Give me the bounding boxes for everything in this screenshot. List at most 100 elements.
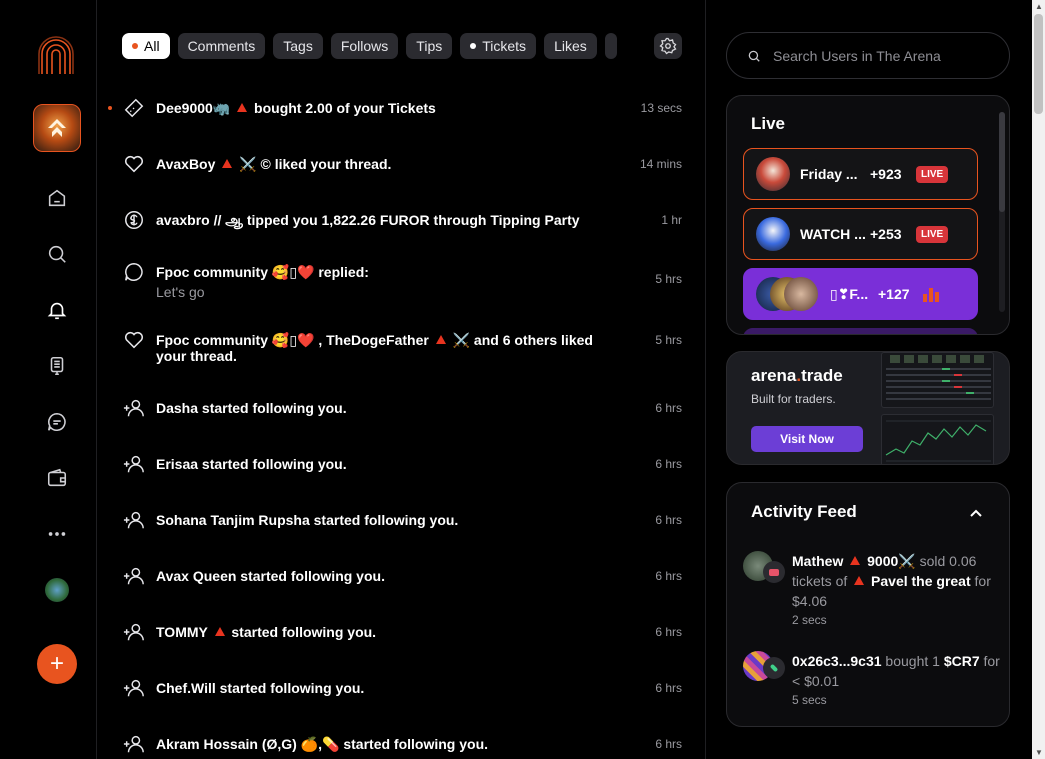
notification-item[interactable]: TOMMY started following you. 6 hrs — [98, 616, 705, 646]
notification-item[interactable]: avaxbro // ஆ tipped you 1,822.26 FUROR t… — [98, 204, 705, 234]
notification-message: AvaxBoy ⚔️ © liked your thread. — [156, 156, 392, 172]
activity-item[interactable]: 0x26c3...9c31 bought 1 $CR7 for < $0.01 … — [743, 651, 1000, 711]
reply-icon — [122, 260, 146, 284]
ticket-icon — [122, 96, 146, 120]
bell-icon[interactable] — [45, 298, 69, 322]
more-icon[interactable] — [45, 522, 69, 546]
document-icon[interactable] — [45, 354, 69, 378]
user-plus-icon — [122, 564, 146, 588]
user-search-field[interactable]: Search Users in The Arena — [726, 32, 1010, 79]
activity-target[interactable]: Pavel the great — [851, 573, 971, 589]
notification-item[interactable]: Dee9000🦏 bought 2.00 of your Tickets 13 s… — [98, 92, 705, 122]
live-badge: LIVE — [916, 165, 949, 183]
notification-message: TOMMY started following you. — [156, 624, 377, 640]
activity-time: 2 secs — [792, 613, 827, 627]
chip-label: All — [144, 38, 160, 54]
notification-message: Dasha started following you. — [156, 400, 347, 416]
notifications-panel: All Comments Tags Follows Tips Tickets L… — [98, 0, 706, 759]
live-room-item[interactable] — [743, 328, 978, 334]
filter-chip-tags[interactable]: Tags — [273, 33, 323, 59]
heart-icon — [122, 328, 146, 352]
notification-item[interactable]: AvaxBoy ⚔️ © liked your thread. 14 mins — [98, 148, 705, 178]
notification-time: 13 secs — [640, 101, 682, 115]
filter-chip-likes[interactable]: Likes — [544, 33, 597, 59]
chip-label: Tips — [416, 38, 443, 54]
activity-text: 0x26c3...9c31 bought 1 $CR7 for < $0.01 — [792, 651, 1002, 691]
user-avatar[interactable] — [45, 578, 69, 602]
activity-user[interactable]: Mathew 9000⚔️ — [792, 553, 916, 569]
notification-time: 6 hrs — [655, 513, 682, 527]
notification-item[interactable]: Avax Queen started following you. 6 hrs — [98, 560, 705, 590]
notification-message: Erisaa started following you. — [156, 456, 347, 472]
create-post-button[interactable]: + — [37, 644, 77, 684]
scroll-up-arrow-icon[interactable]: ▲ — [1035, 2, 1043, 11]
arena-trade-card: arena.trade Built for traders. Visit Now — [726, 351, 1010, 465]
visit-now-button[interactable]: Visit Now — [751, 426, 863, 452]
notification-message: avaxbro // ஆ tipped you 1,822.26 FUROR t… — [156, 212, 580, 228]
notification-text: avaxbro // ஆ tipped you 1,822.26 FUROR t… — [156, 212, 606, 228]
arena-logo-icon[interactable] — [38, 36, 74, 76]
scrollbar-thumb[interactable] — [1034, 14, 1043, 114]
notification-item[interactable]: Fpoc community 🥰▯❤️ , TheDogeFather ⚔️ a… — [98, 324, 705, 364]
filter-chip-all[interactable]: All — [122, 33, 170, 59]
notification-time: 6 hrs — [655, 457, 682, 471]
notification-item[interactable]: Chef.Will started following you. 6 hrs — [98, 672, 705, 702]
filter-chip-tickets[interactable]: Tickets — [460, 33, 537, 59]
unread-dot-icon — [108, 106, 112, 110]
live-room-item[interactable]: WATCH ... +253 LIVE — [743, 208, 978, 260]
notification-text: Avax Queen started following you. — [156, 568, 606, 584]
notification-item[interactable]: Akram Hossain (Ø,G) 🍊,💊 started followin… — [98, 728, 705, 758]
trade-brand: arena.trade — [751, 366, 843, 386]
search-icon[interactable] — [45, 242, 69, 266]
right-panel: Search Users in The Arena Live Friday ..… — [707, 0, 1032, 759]
page-scrollbar[interactable]: ▲ ▼ — [1032, 0, 1045, 759]
chat-icon[interactable] — [45, 410, 69, 434]
live-room-count: +253 — [870, 226, 902, 242]
notification-text: Erisaa started following you. — [156, 456, 606, 472]
search-icon — [748, 50, 760, 62]
user-plus-icon — [122, 396, 146, 420]
notification-item[interactable]: Dasha started following you. 6 hrs — [98, 392, 705, 422]
filter-chip-overflow[interactable] — [604, 33, 617, 59]
activity-text: Mathew 9000⚔️ sold 0.06 tickets of Pavel… — [792, 551, 1002, 611]
activity-item[interactable]: Mathew 9000⚔️ sold 0.06 tickets of Pavel… — [743, 551, 998, 631]
notification-message: Avax Queen started following you. — [156, 568, 385, 584]
user-plus-icon — [122, 620, 146, 644]
activity-feed-card: Activity Feed Mathew 9000⚔️ sold 0.06 ti… — [726, 482, 1010, 727]
user-plus-icon — [122, 732, 146, 756]
notification-time: 6 hrs — [655, 401, 682, 415]
left-sidebar: + — [0, 0, 97, 759]
host-avatar — [756, 217, 790, 251]
wallet-icon[interactable] — [45, 466, 69, 490]
activity-target[interactable]: $CR7 — [944, 653, 980, 669]
chevron-up-icon[interactable] — [969, 505, 983, 523]
filter-chip-follows[interactable]: Follows — [330, 33, 399, 59]
activity-user[interactable]: 0x26c3...9c31 — [792, 653, 882, 669]
filter-chip-tips[interactable]: Tips — [406, 33, 453, 59]
home-icon[interactable] — [45, 186, 69, 210]
notification-text: Chef.Will started following you. — [156, 680, 606, 696]
profile-avatar[interactable] — [33, 104, 81, 152]
user-plus-icon — [122, 508, 146, 532]
notification-text: TOMMY started following you. — [156, 624, 606, 640]
live-scroll-thumb[interactable] — [999, 112, 1005, 212]
notification-time: 6 hrs — [655, 625, 682, 639]
trade-subtitle: Built for traders. — [751, 392, 836, 406]
live-room-item[interactable]: ▯❣F... +127 — [743, 268, 978, 320]
notification-text: AvaxBoy ⚔️ © liked your thread. — [156, 156, 606, 172]
live-room-item[interactable]: Friday ... +923 LIVE — [743, 148, 978, 200]
chip-label: Tags — [283, 38, 313, 54]
live-room-name: Friday ... — [800, 166, 858, 182]
activity-action: bought 1 — [885, 653, 940, 669]
notification-time: 6 hrs — [655, 569, 682, 583]
live-badge: LIVE — [916, 225, 949, 243]
settings-gear-icon[interactable] — [654, 33, 682, 59]
notification-item[interactable]: Fpoc community 🥰▯❤️ replied: Let's go 5 hr… — [98, 256, 705, 300]
notification-message: Fpoc community 🥰▯❤️ replied: — [156, 264, 369, 280]
notification-item[interactable]: Erisaa started following you. 6 hrs — [98, 448, 705, 478]
notification-item[interactable]: Sohana Tanjim Rupsha started following y… — [98, 504, 705, 534]
scroll-down-arrow-icon[interactable]: ▼ — [1035, 748, 1043, 757]
bars-icon — [923, 288, 939, 302]
filter-chip-comments[interactable]: Comments — [177, 33, 266, 59]
live-room-count: +127 — [878, 286, 910, 302]
